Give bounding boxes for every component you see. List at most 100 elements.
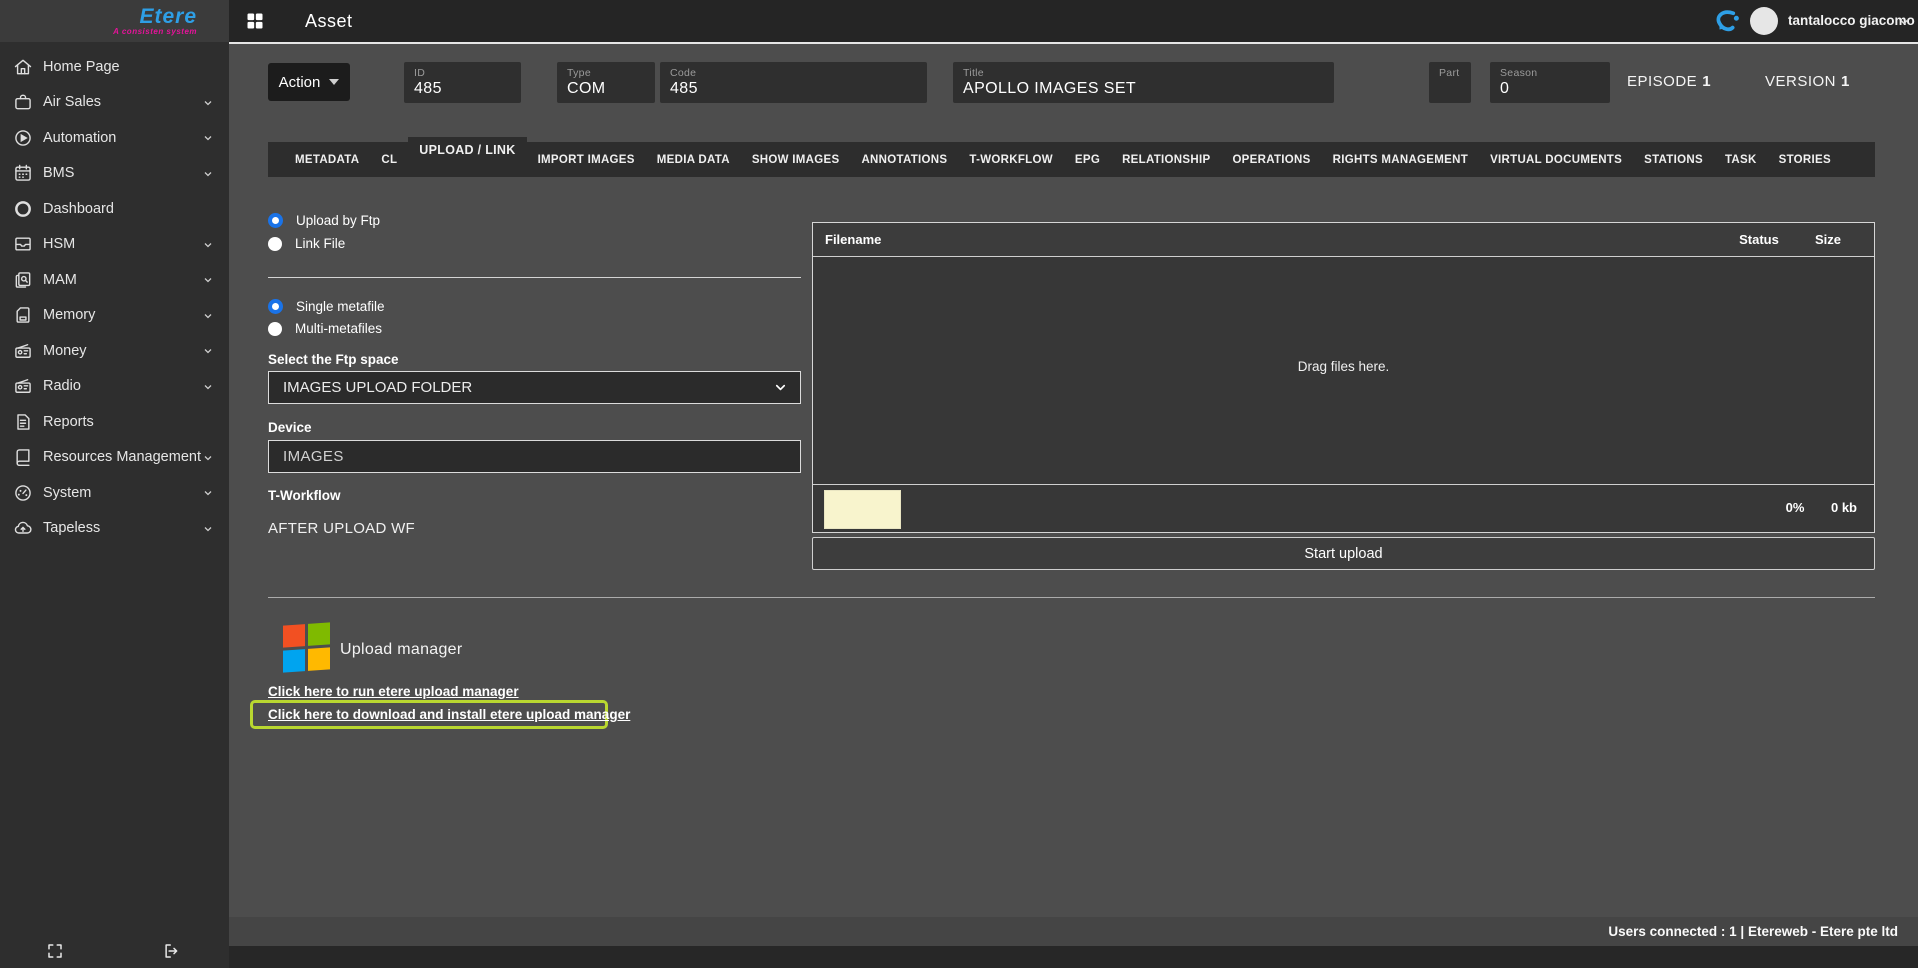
field-label: Season	[1500, 67, 1600, 79]
windows-logo-blue	[283, 649, 305, 673]
tab-t-workflow[interactable]: T-WORKFLOW	[958, 154, 1063, 166]
upload-by-ftp-radio[interactable]: Upload by Ftp	[268, 213, 380, 228]
status-text: Users connected : 1 | Etereweb - Etere p…	[1608, 924, 1898, 939]
chevron-down-icon	[202, 239, 214, 251]
version-value: 1	[1841, 73, 1850, 90]
radio-selected-icon	[268, 299, 283, 314]
download-upload-manager-link[interactable]: Click here to download and install etere…	[268, 707, 630, 722]
etere-asset-screen: Etere A consisten system Asset tantalocc…	[0, 0, 1918, 968]
chevron-down-icon	[202, 274, 214, 286]
season-field[interactable]: Season 0	[1490, 62, 1610, 103]
code-field[interactable]: Code 485	[660, 62, 927, 103]
sidebar-item-dashboard[interactable]: Dashboard	[0, 191, 229, 227]
windows-logo-green	[308, 622, 330, 646]
tab-task[interactable]: TASK	[1714, 154, 1768, 166]
home-icon	[13, 57, 33, 77]
fullscreen-icon[interactable]	[46, 942, 64, 960]
field-value: 485	[670, 80, 917, 98]
single-metafile-radio[interactable]: Single metafile	[268, 299, 385, 314]
sidebar-item-radio[interactable]: Radio	[0, 369, 229, 405]
sidebar-item-label: BMS	[43, 165, 74, 181]
tab-stories[interactable]: STORIES	[1768, 154, 1842, 166]
multi-metafiles-radio[interactable]: Multi-metafiles	[268, 321, 382, 336]
add-files-button[interactable]	[824, 490, 901, 529]
briefcase-icon	[13, 92, 33, 112]
version-label: VERSION	[1765, 73, 1836, 90]
sidebar-item-money[interactable]: Money	[0, 333, 229, 369]
run-upload-manager-link[interactable]: Click here to run etere upload manager	[268, 684, 519, 699]
radio-label: Link File	[295, 236, 345, 251]
field-value: COM	[567, 80, 645, 98]
device-input[interactable]	[268, 440, 801, 473]
tab-operations[interactable]: OPERATIONS	[1221, 154, 1321, 166]
action-label: Action	[279, 74, 321, 91]
action-dropdown-button[interactable]: Action	[268, 63, 350, 101]
windows-logo-yellow	[308, 647, 330, 671]
sidebar-item-air-sales[interactable]: Air Sales	[0, 85, 229, 121]
chevron-down-icon	[773, 380, 788, 395]
sidebar-item-memory[interactable]: Memory	[0, 298, 229, 334]
tab-epg[interactable]: EPG	[1064, 154, 1111, 166]
sidebar-item-system[interactable]: System	[0, 475, 229, 511]
title-field[interactable]: Title APOLLO IMAGES SET	[953, 62, 1334, 103]
sidebar-item-label: Dashboard	[43, 201, 114, 217]
tworkflow-value: AFTER UPLOAD WF	[268, 520, 415, 537]
link-file-radio[interactable]: Link File	[268, 236, 345, 251]
sidebar-item-tapeless[interactable]: Tapeless	[0, 511, 229, 547]
sidebar-item-label: HSM	[43, 236, 75, 252]
id-field[interactable]: ID 485	[404, 62, 521, 103]
tab-stations[interactable]: STATIONS	[1633, 154, 1714, 166]
device-label: Device	[268, 420, 312, 435]
apps-grid-icon[interactable]	[245, 11, 265, 31]
ftp-space-selected-value: IMAGES UPLOAD FOLDER	[283, 379, 472, 396]
chevron-down-icon[interactable]	[1898, 16, 1910, 28]
windows-logo-red	[283, 624, 305, 648]
radio-icon	[268, 322, 282, 336]
content-top-divider	[229, 42, 1918, 44]
sidebar-item-automation[interactable]: Automation	[0, 120, 229, 156]
caret-down-icon	[329, 79, 339, 85]
sidebar-item-reports[interactable]: Reports	[0, 404, 229, 440]
tab-rights-management[interactable]: RIGHTS MANAGEMENT	[1322, 154, 1479, 166]
tab-cl[interactable]: CL	[370, 154, 408, 166]
sidebar-item-resources-management[interactable]: Resources Management	[0, 440, 229, 476]
tab-metadata[interactable]: METADATA	[284, 154, 370, 166]
tab-annotations[interactable]: ANNOTATIONS	[850, 154, 958, 166]
tab-show-images[interactable]: SHOW IMAGES	[741, 154, 851, 166]
field-value: APOLLO IMAGES SET	[963, 80, 1324, 98]
field-label: Code	[670, 67, 917, 79]
drop-zone[interactable]: Drag files here.	[813, 257, 1874, 484]
sidebar-item-bms[interactable]: BMS	[0, 156, 229, 192]
chevron-down-icon	[202, 168, 214, 180]
tworkflow-label: T-Workflow	[268, 488, 341, 503]
ftp-space-label: Select the Ftp space	[268, 352, 399, 367]
radio-label: Single metafile	[296, 299, 385, 314]
start-upload-button[interactable]: Start upload	[812, 537, 1875, 570]
type-field[interactable]: Type COM	[557, 62, 655, 103]
part-field[interactable]: Part	[1429, 62, 1471, 103]
file-table-header: Filename Status Size	[813, 223, 1874, 257]
sidebar-item-hsm[interactable]: HSM	[0, 227, 229, 263]
column-size: Size	[1798, 232, 1858, 247]
column-filename: Filename	[825, 232, 881, 247]
etere-logo-text: Etere	[139, 7, 197, 27]
sidebar-item-mam[interactable]: MAM	[0, 262, 229, 298]
archive-drawer-icon	[13, 234, 33, 254]
sidebar-item-home-page[interactable]: Home Page	[0, 49, 229, 85]
asset-tab-bar: METADATA CL UPLOAD / LINK IMPORT IMAGES …	[268, 142, 1875, 177]
download-link-highlight-box: Click here to download and install etere…	[250, 700, 608, 729]
tab-import-images[interactable]: IMPORT IMAGES	[527, 154, 646, 166]
avatar[interactable]	[1750, 7, 1778, 35]
radio-icon	[268, 237, 282, 251]
user-menu[interactable]: tantalocco giacomo	[1788, 13, 1915, 28]
tab-relationship[interactable]: RELATIONSHIP	[1111, 154, 1221, 166]
logout-icon[interactable]	[162, 942, 180, 960]
tab-upload-link[interactable]: UPLOAD / LINK	[408, 137, 526, 169]
status-bar: Users connected : 1 | Etereweb - Etere p…	[229, 917, 1918, 946]
tab-media-data[interactable]: MEDIA DATA	[646, 154, 741, 166]
ftp-space-select[interactable]: IMAGES UPLOAD FOLDER	[268, 371, 801, 404]
chevron-down-icon	[202, 381, 214, 393]
upload-file-panel: Filename Status Size Drag files here. 0%…	[812, 222, 1875, 533]
sidebar-item-label: MAM	[43, 272, 77, 288]
tab-virtual-documents[interactable]: VIRTUAL DOCUMENTS	[1479, 154, 1633, 166]
